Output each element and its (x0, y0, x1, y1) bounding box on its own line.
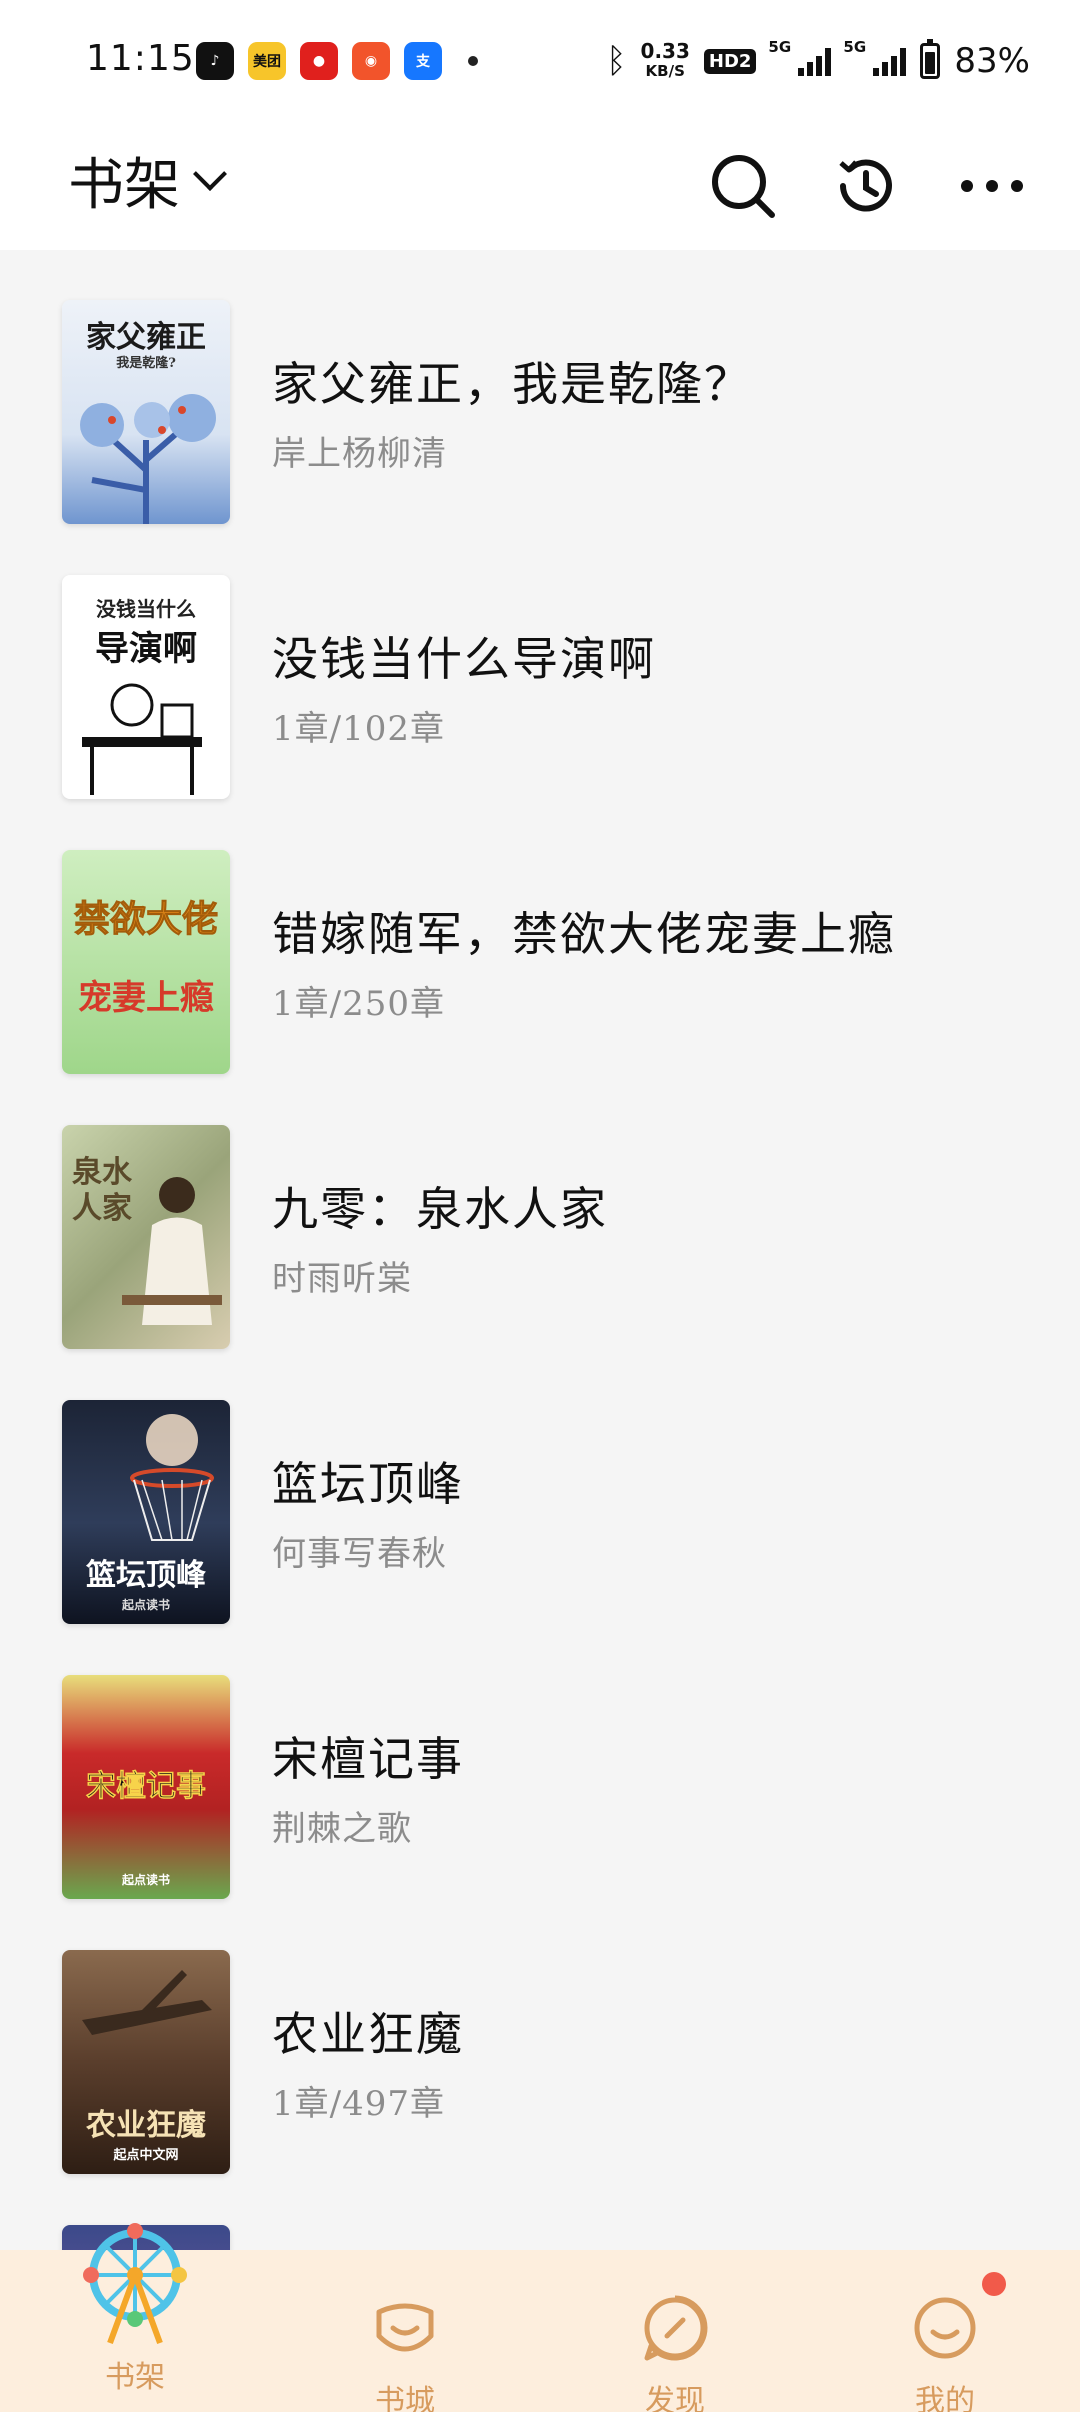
book-item[interactable]: 篮坛顶峰 起点读书 篮坛顶峰 何事写春秋 (0, 1350, 1080, 1625)
cover-subtitle: 起点读书 (121, 1598, 170, 1612)
cover-subtitle: 起点中文网 (113, 2148, 179, 2163)
net-speed-unit: KB/S (645, 62, 685, 80)
book-item[interactable]: 没钱当什么 导演啊 没钱当什么导演啊 1章/102章 (0, 525, 1080, 800)
orange-app-icon: ◉ (352, 42, 390, 80)
book-item[interactable]: 禁欲大佬 宠妻上瘾 错嫁随军，禁欲大佬宠妻上瘾 1章/250章 (0, 800, 1080, 1075)
book-author: 时雨听棠 (272, 1259, 412, 1299)
signal-label: 5G (768, 38, 792, 56)
book-cover[interactable]: 宋檀记事 起点读书 (62, 1675, 230, 1899)
page-title: 书架 (68, 153, 180, 218)
profile-icon (907, 2292, 983, 2364)
cover-title: 农业狂魔 (86, 2108, 206, 2143)
tab-bookstore[interactable]: 书城 (270, 2250, 540, 2412)
book-item[interactable]: 家父雍正 我是乾隆? 家父雍正，我是乾隆？ 岸上杨柳清 (0, 250, 1080, 525)
search-button[interactable] (695, 138, 791, 234)
book-title: 农业狂魔 (272, 2007, 464, 2061)
tiktok-icon: ♪ (196, 42, 234, 80)
cover-subtitle: 起点读书 (121, 1873, 170, 1887)
book-cover[interactable]: 禁欲大佬 宠妻上瘾 (62, 850, 230, 1074)
cover-title: 导演啊 (95, 629, 197, 669)
battery-level: 83% (954, 41, 1030, 81)
book-progress: 1章/497章 (272, 2084, 445, 2124)
more-button[interactable] (944, 138, 1040, 234)
cover-title: 禁欲大佬 (73, 898, 218, 941)
cover-title: 篮坛顶峰 (86, 1558, 206, 1593)
app-root: 11:15 ♪ 美团 ● ◉ 支 ᛒ 0.33 KB/S HD2 5G 5G 8… (0, 0, 1080, 2412)
book-author: 荆棘之歌 (272, 1809, 412, 1849)
book-progress: 1章/250章 (272, 984, 445, 1024)
book-title: 篮坛顶峰 (272, 1457, 464, 1511)
book-title: 没钱当什么导演啊 (272, 632, 656, 686)
more-notifications-dot (468, 56, 478, 66)
book-cover[interactable]: 农业狂魔 起点中文网 (62, 1950, 230, 2174)
cover-art (122, 1177, 222, 1325)
book-author: 岸上杨柳清 (272, 434, 447, 474)
bottom-tab-bar: 书架 书城 发现 我的 (0, 2223, 1080, 2412)
ferris-wheel-icon (75, 2220, 195, 2345)
history-icon (839, 159, 892, 212)
tab-discover[interactable]: 发现 (540, 2250, 810, 2412)
tab-label: 我的 (915, 2384, 975, 2412)
red-app-icon: ● (300, 42, 338, 80)
tab-label: 书架 (105, 2360, 165, 2395)
battery-icon (920, 39, 941, 79)
status-bar: 11:15 ♪ 美团 ● ◉ 支 ᛒ 0.33 KB/S HD2 5G 5G 8… (0, 0, 1080, 122)
signal-label-2: 5G (843, 38, 867, 56)
search-icon (712, 155, 775, 218)
meituan-icon: 美团 (248, 42, 286, 80)
book-item[interactable]: 农业狂魔 起点中文网 农业狂魔 1章/497章 (0, 1900, 1080, 2175)
book-cover[interactable]: 没钱当什么 导演啊 (62, 575, 230, 799)
cover-art (80, 394, 216, 524)
tab-label: 书城 (375, 2384, 435, 2412)
net-speed: 0.33 KB/S (641, 41, 690, 81)
book-list: 家父雍正 我是乾隆? 家父雍正，我是乾隆？ 岸上杨柳清 没钱当什么 导演啊 没钱… (0, 250, 1080, 2412)
cover-subtitle: 没钱当什么 (96, 597, 196, 621)
notification-badge (982, 2272, 1006, 2296)
tab-bookshelf[interactable]: 书架 (0, 2223, 270, 2412)
shelf-selector[interactable]: 书架 (68, 140, 227, 221)
bookstore-icon (367, 2292, 443, 2364)
signal-5g-icon: 5G (768, 38, 832, 76)
more-icon (961, 180, 1023, 192)
book-cover[interactable]: 泉水人家 (62, 1125, 230, 1349)
history-button[interactable] (818, 138, 914, 234)
book-title: 家父雍正，我是乾隆？ (272, 357, 752, 411)
tab-profile[interactable]: 我的 (810, 2250, 1080, 2412)
book-title: 九零：泉水人家 (272, 1182, 608, 1236)
hd-icon: HD2 (703, 48, 757, 74)
book-progress: 1章/102章 (272, 709, 445, 749)
cover-subtitle: 宠妻上瘾 (78, 978, 214, 1018)
book-item[interactable]: 宋檀记事 起点读书 宋檀记事 荆棘之歌 (0, 1625, 1080, 1900)
status-right: ᛒ 0.33 KB/S HD2 5G 5G 83% (606, 36, 1030, 86)
cover-art (82, 683, 202, 795)
header: 书架 (0, 122, 1080, 250)
cover-subtitle: 我是乾隆? (116, 356, 176, 371)
book-cover[interactable]: 家父雍正 我是乾隆? (62, 300, 230, 524)
chevron-down-icon (193, 156, 227, 191)
net-speed-value: 0.33 (640, 39, 690, 63)
cover-title: 宋檀记事 (86, 1769, 207, 1805)
book-item[interactable]: 泉水人家 九零：泉水人家 时雨听棠 (0, 1075, 1080, 1350)
bluetooth-icon: ᛒ (606, 41, 627, 81)
status-time: 11:15 (86, 38, 195, 79)
tab-label: 发现 (645, 2384, 705, 2412)
book-author: 何事写春秋 (272, 1534, 447, 1574)
alipay-icon: 支 (404, 42, 442, 80)
compass-icon (637, 2292, 713, 2364)
book-title: 宋檀记事 (272, 1732, 464, 1786)
book-cover[interactable]: 篮坛顶峰 起点读书 (62, 1400, 230, 1624)
book-title: 错嫁随军，禁欲大佬宠妻上瘾 (272, 907, 896, 961)
cover-title: 家父雍正 (86, 320, 206, 355)
signal-5g-icon-2: 5G (843, 38, 907, 76)
